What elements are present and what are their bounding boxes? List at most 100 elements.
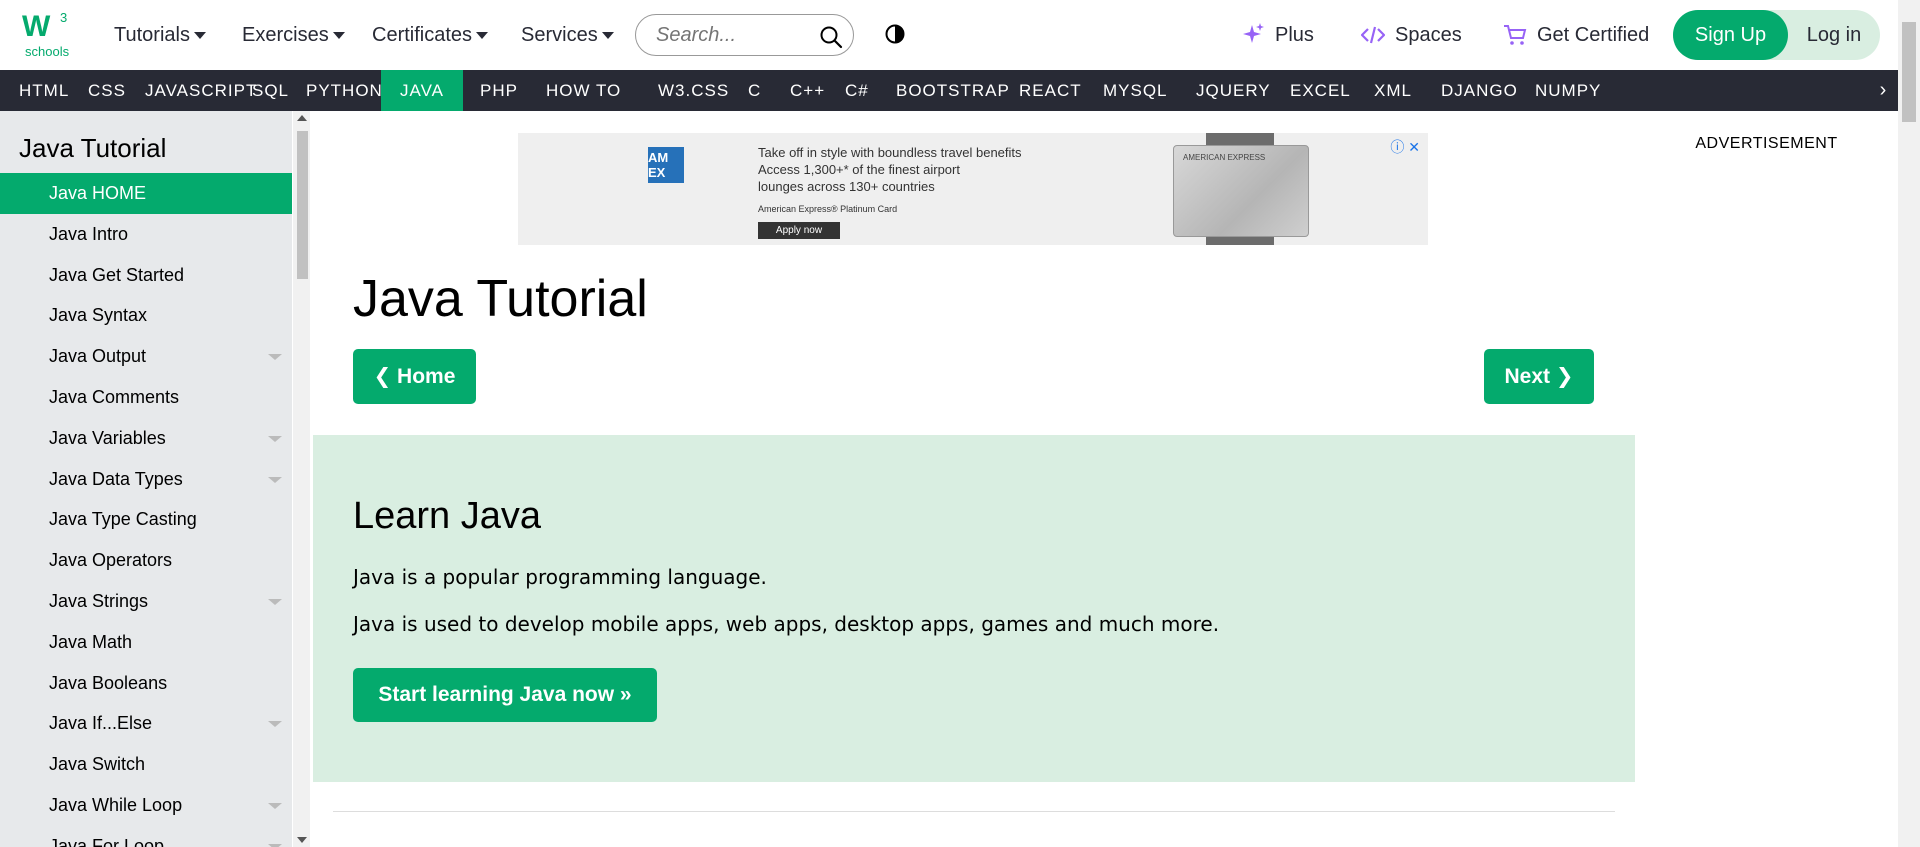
learn-title: Learn Java: [353, 495, 542, 537]
next-button[interactable]: Next ❯: [1484, 349, 1594, 404]
menu-services-label: Services: [521, 23, 598, 46]
get-certified-link[interactable]: Get Certified: [1503, 0, 1649, 70]
caret-down-icon[interactable]: [268, 721, 282, 728]
sidebar-item-java-booleans[interactable]: Java Booleans: [0, 663, 292, 704]
sidebar-item-java-operators[interactable]: Java Operators: [0, 540, 292, 581]
sidebar-item-label: Java Type Casting: [49, 509, 197, 530]
sparkle-icon: [1243, 23, 1264, 43]
menu-certificates-label: Certificates: [372, 23, 473, 46]
nav-item-php[interactable]: PHP: [461, 70, 537, 111]
sidebar-item-label: Java If...Else: [49, 713, 153, 734]
intro-paragraph-2: Java is used to develop mobile apps, web…: [353, 612, 1220, 636]
sidebar-item-java-variables[interactable]: Java Variables: [0, 418, 292, 459]
spaces-label: Spaces: [1395, 23, 1462, 46]
nav-item-numpy[interactable]: NUMPY: [1516, 70, 1620, 111]
sidebar-item-label: Java Booleans: [49, 672, 168, 693]
caret-down-icon[interactable]: [268, 803, 282, 809]
search-icon[interactable]: [819, 25, 843, 49]
start-learning-button[interactable]: Start learning Java now »: [353, 668, 657, 722]
sidebar-item-java-get-started[interactable]: Java Get Started: [0, 255, 292, 296]
sidebar-item-java-intro[interactable]: Java Intro: [0, 214, 292, 255]
code-icon: [1361, 26, 1385, 44]
search-box[interactable]: [635, 14, 854, 56]
ad-apply-button[interactable]: Apply now: [758, 222, 840, 239]
sidebar-item-java-type-casting[interactable]: Java Type Casting: [0, 499, 292, 540]
sidebar-item-java-output[interactable]: Java Output: [0, 336, 292, 377]
sign-up-button[interactable]: Sign Up: [1673, 10, 1788, 60]
sidebar-item-java-comments[interactable]: Java Comments: [0, 377, 292, 418]
caret-down-icon: [601, 31, 614, 39]
menu-tutorials[interactable]: Tutorials: [114, 0, 206, 70]
sidebar-item-label: Java Variables: [49, 427, 166, 448]
sidebar-item-label: Java While Loop: [49, 795, 183, 815]
menu-tutorials-label: Tutorials: [114, 23, 190, 46]
caret-down-icon: [193, 31, 206, 39]
sidebar-item-label: Java Data Types: [49, 468, 183, 489]
caret-down-icon: [476, 31, 489, 39]
nav-scroll-right-icon[interactable]: ›: [1868, 70, 1898, 111]
right-ad-column: ADVERTISEMENT: [1635, 111, 1898, 847]
menu-exercises[interactable]: Exercises: [242, 0, 345, 70]
sidebar-scroll-thumb[interactable]: [297, 131, 308, 279]
menu-services[interactable]: Services: [521, 0, 614, 70]
ad-line-3: lounges across 130+ countries: [758, 179, 935, 194]
caret-down-icon[interactable]: [268, 599, 282, 605]
caret-down-icon[interactable]: [268, 476, 282, 483]
logo-superscript: 3: [60, 10, 67, 25]
sidebar-item-java-switch[interactable]: Java Switch: [0, 744, 292, 785]
plus-link[interactable]: Plus: [1243, 0, 1314, 70]
sidebar-item-java-syntax[interactable]: Java Syntax: [0, 295, 292, 336]
scroll-down-icon[interactable]: [297, 837, 307, 843]
page-title: Java Tutorial: [353, 270, 648, 328]
get-certified-label: Get Certified: [1537, 23, 1650, 46]
logo-text: schools: [25, 44, 70, 59]
scroll-up-icon[interactable]: [297, 115, 307, 121]
ad-line-2: Access 1,300+* of the finest airport: [758, 162, 960, 177]
search-input[interactable]: [654, 22, 804, 48]
sidebar-item-label: Java Comments: [49, 387, 180, 407]
log-in-button[interactable]: Log in: [1788, 10, 1880, 60]
home-button[interactable]: ❮ Home: [353, 349, 476, 404]
ad-line-4: American Express® Platinum Card: [758, 204, 898, 214]
topic-nav-bar: HTML CSS JAVASCRIPT SQL PYTHON JAVA PHP HOW TO W…: [0, 70, 1898, 111]
sidebar-item-label: Java Switch: [49, 754, 146, 775]
cart-icon: [1504, 25, 1527, 45]
spaces-link[interactable]: Spaces: [1361, 0, 1462, 70]
ad-line-1: Take off in style with boundless travel …: [758, 145, 1022, 160]
page-scroll-thumb[interactable]: [1902, 22, 1916, 122]
main-content: AM EX Take off in style with boundless t…: [313, 111, 1635, 847]
amex-logo: AM EX: [648, 147, 684, 183]
menu-exercises-label: Exercises: [242, 23, 329, 46]
plus-label: Plus: [1275, 23, 1314, 46]
advertisement-label: ADVERTISEMENT: [1695, 135, 1838, 152]
auth-pill: Sign Up Log in: [1673, 10, 1880, 60]
nav-item-xml[interactable]: XML: [1355, 70, 1431, 111]
sidebar-item-java-for-loop[interactable]: Java For Loop: [0, 826, 292, 847]
nav-item-mysql[interactable]: MYSQL: [1084, 70, 1187, 111]
page-scrollbar[interactable]: [1898, 0, 1920, 847]
caret-down-icon: [332, 31, 345, 39]
nav-item-java[interactable]: JAVA: [381, 70, 463, 111]
nav-item-how-to[interactable]: HOW TO: [527, 70, 640, 111]
sidebar-item-java-if-else[interactable]: Java If...Else: [0, 703, 292, 744]
sidebar-item-java-strings[interactable]: Java Strings: [0, 581, 292, 622]
sidebar-item-label: Java Syntax: [49, 305, 148, 326]
dark-mode-toggle-icon[interactable]: [885, 24, 905, 44]
sidebar-item-label: Java Math: [49, 631, 133, 652]
sidebar-scrollbar[interactable]: [293, 111, 310, 847]
intro-paragraph-1: Java is a popular programming language.: [353, 565, 767, 589]
ad-close-icon[interactable]: ⓘ ✕: [1390, 137, 1420, 157]
sidebar-item-label: Java For Loop: [49, 835, 165, 847]
sidebar-item-java-home[interactable]: Java HOME: [0, 173, 292, 214]
caret-down-icon[interactable]: [268, 354, 282, 361]
sidebar-item-label: Java HOME: [49, 183, 147, 203]
sidebar-item-java-data-types[interactable]: Java Data Types: [0, 459, 292, 500]
sidebar: Java Tutorial Java HOME Java Intro Java Ge…: [0, 111, 292, 847]
caret-down-icon[interactable]: [268, 435, 282, 442]
banner-advertisement[interactable]: AM EX Take off in style with boundless t…: [518, 133, 1428, 245]
sidebar-item-java-math[interactable]: Java Math: [0, 622, 292, 663]
w3schools-logo[interactable]: W 3 schools: [22, 8, 74, 60]
menu-certificates[interactable]: Certificates: [372, 0, 489, 70]
sidebar-item-java-while-loop[interactable]: Java While Loop: [0, 785, 292, 826]
sidebar-item-label: Java Strings: [49, 591, 149, 611]
